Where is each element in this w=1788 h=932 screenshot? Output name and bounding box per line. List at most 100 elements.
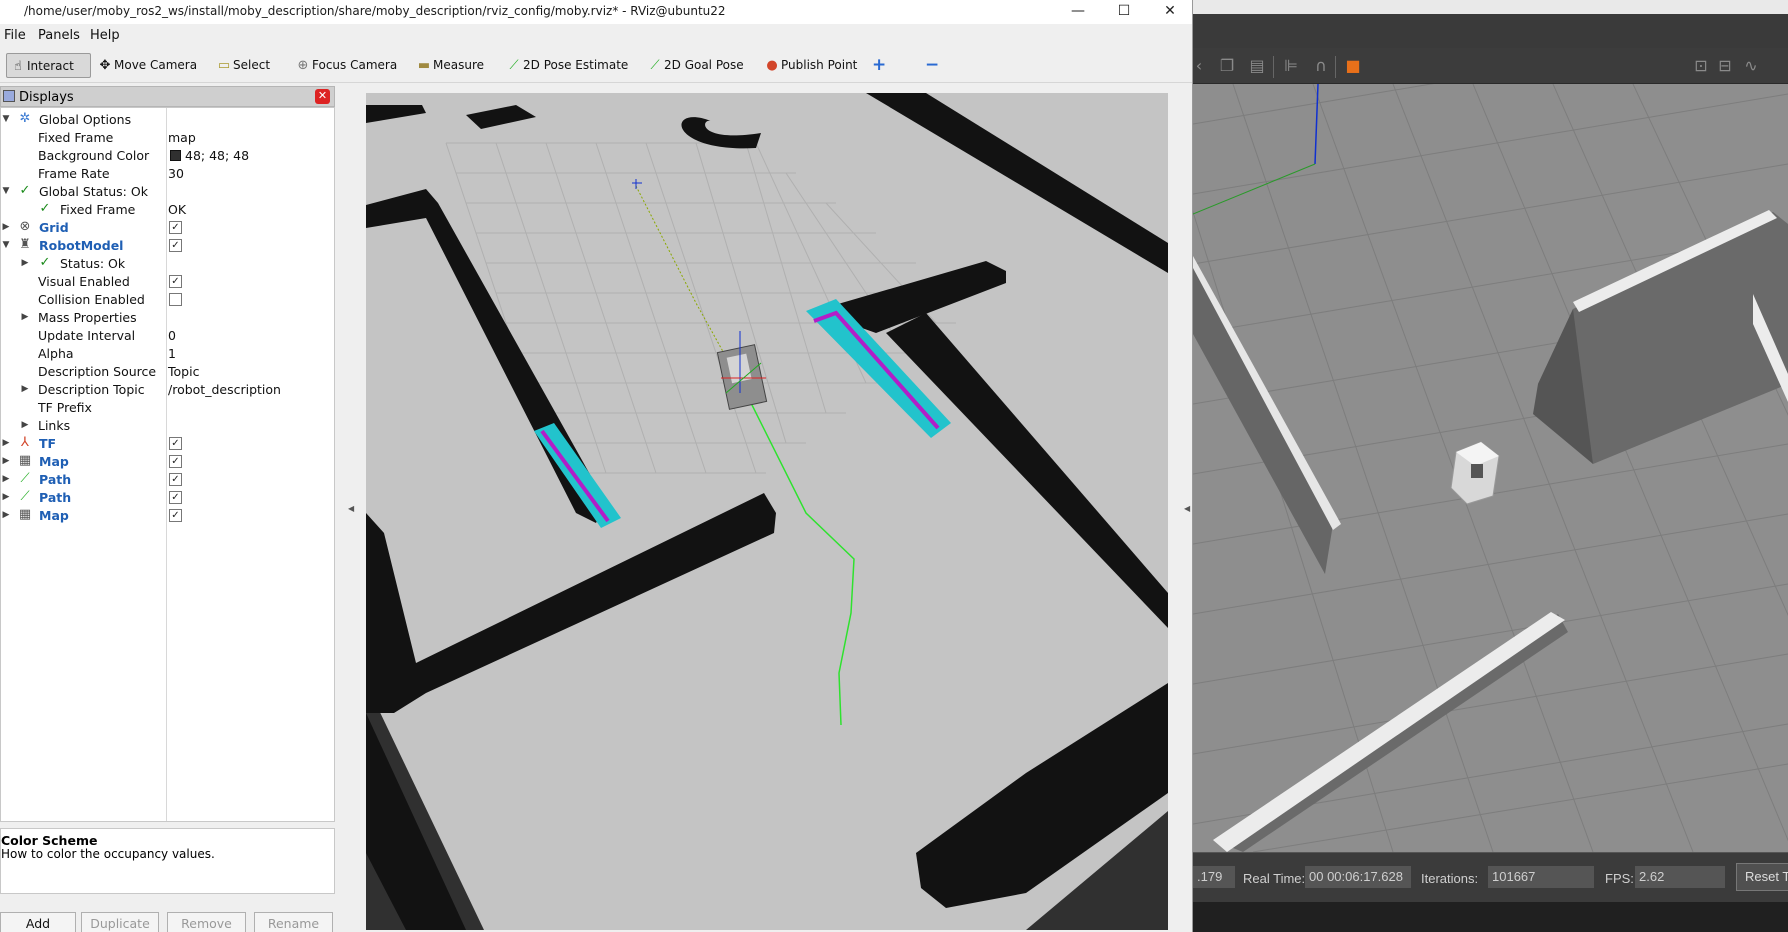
collapsed-arrow-icon[interactable]: ▶ [20,382,30,396]
collapsed-arrow-icon[interactable]: ▶ [1,508,11,522]
tree-row-background-color[interactable]: Background Color 48; 48; 48 [1,146,334,164]
select-tool[interactable]: ▭ Select [213,53,270,78]
pose-estimate-tool[interactable]: ⟋ 2D Pose Estimate [503,53,628,78]
reset-time-button[interactable]: Reset T [1736,863,1788,891]
collapsed-arrow-icon[interactable]: ▶ [1,490,11,504]
paste-icon[interactable]: ▤ [1247,56,1267,76]
duplicate-display-button[interactable]: Duplicate [81,912,159,932]
tree-row-links[interactable]: ▶ Links [1,416,334,434]
tree-row-map[interactable]: ▶ ▦ Map ✓ [1,506,334,524]
alpha-value[interactable]: 1 [168,346,176,361]
collision-enabled-checkbox[interactable] [169,293,182,306]
maximize-button[interactable]: ☐ [1102,0,1146,24]
visual-enabled-checkbox[interactable]: ✓ [169,275,182,288]
magnet-icon[interactable]: ∩ [1311,56,1331,76]
publish-point-tool[interactable]: ● Publish Point [761,53,857,78]
tree-row-description-source[interactable]: Description Source Topic [1,362,334,380]
collapse-right-icon[interactable]: ◀ [1184,504,1190,513]
tree-row-update-interval[interactable]: Update Interval 0 [1,326,334,344]
displays-tree[interactable]: ▼ ✲ Global Options Fixed Frame map Backg… [0,107,335,822]
row-label: TF Prefix [38,400,92,415]
menu-file[interactable]: File [4,28,26,43]
displays-title: Displays [19,90,74,105]
goal-pose-label: 2D Goal Pose [664,58,744,72]
record-icon[interactable]: ⊟ [1715,56,1735,76]
plot-icon[interactable]: ∿ [1741,56,1761,76]
view-angle-icon[interactable]: ■ [1343,56,1363,76]
description-topic-value[interactable]: /robot_description [168,382,281,397]
description-source-value[interactable]: Topic [168,364,199,379]
menu-panels[interactable]: Panels [38,28,80,43]
description-text: How to color the occupancy values. [1,847,215,861]
left-splitter[interactable]: ◀ [336,86,366,932]
focus-camera-tool[interactable]: ⊕ Focus Camera [292,53,398,78]
tree-row-fixed-frame-status[interactable]: ✓ Fixed Frame OK [1,200,334,218]
close-button[interactable]: ✕ [1148,0,1192,24]
tree-row-map[interactable]: ▶ ▦ Map ✓ [1,452,334,470]
map-enabled-checkbox[interactable]: ✓ [169,455,182,468]
add-display-button[interactable]: Add [0,912,76,932]
panel-close-icon[interactable]: ✕ [315,89,330,104]
remove-display-button[interactable]: Remove [167,912,246,932]
collapsed-arrow-icon[interactable]: ▶ [1,436,11,450]
collapsed-arrow-icon[interactable]: ▶ [20,310,30,324]
collapsed-arrow-icon[interactable]: ▶ [1,472,11,486]
tree-row-frame-rate[interactable]: Frame Rate 30 [1,164,334,182]
collapsed-arrow-icon[interactable]: ▶ [20,256,30,270]
remove-tool-button[interactable]: − [925,53,945,78]
tree-row-fixed-frame[interactable]: Fixed Frame map [1,128,334,146]
path-enabled-checkbox[interactable]: ✓ [169,491,182,504]
update-interval-value[interactable]: 0 [168,328,176,343]
move-camera-tool[interactable]: ✥ Move Camera [94,53,198,78]
row-label: Description Topic [38,382,145,397]
collapsed-arrow-icon[interactable]: ▶ [1,454,11,468]
tree-row-visual-enabled[interactable]: Visual Enabled ✓ [1,272,334,290]
tree-row-collision-enabled[interactable]: Collision Enabled [1,290,334,308]
map-enabled-checkbox[interactable]: ✓ [169,509,182,522]
tree-row-path[interactable]: ▶ ⟋ Path ✓ [1,488,334,506]
right-splitter[interactable]: ◀ [1168,86,1192,932]
measure-tool[interactable]: ▬ Measure [413,53,484,78]
tree-row-global-options[interactable]: ▼ ✲ Global Options [1,110,334,128]
collapse-left-icon[interactable]: ◀ [348,504,354,513]
collapsed-arrow-icon[interactable]: ▶ [1,220,11,234]
menu-help[interactable]: Help [90,28,120,43]
expanded-arrow-icon[interactable]: ▼ [1,238,11,252]
expanded-arrow-icon[interactable]: ▼ [1,112,11,126]
expanded-arrow-icon[interactable]: ▼ [1,184,11,198]
rename-display-button[interactable]: Rename [254,912,333,932]
tree-row-global-status[interactable]: ▼ ✓ Global Status: Ok [1,182,334,200]
minimize-button[interactable]: — [1056,0,1100,24]
tf-enabled-checkbox[interactable]: ✓ [169,437,182,450]
tree-row-grid[interactable]: ▶ ⊗ Grid ✓ [1,218,334,236]
frame-rate-value[interactable]: 30 [168,166,184,181]
tree-row-robot-model[interactable]: ▼ ♜ RobotModel ✓ [1,236,334,254]
interact-tool[interactable]: ☝ Interact [6,53,91,78]
row-label: Collision Enabled [38,292,145,307]
tree-row-description-topic[interactable]: ▶ Description Topic /robot_description [1,380,334,398]
add-tool-button[interactable]: + [872,53,892,78]
tree-row-alpha[interactable]: Alpha 1 [1,344,334,362]
grid-enabled-checkbox[interactable]: ✓ [169,221,182,234]
tree-row-path[interactable]: ▶ ⟋ Path ✓ [1,470,334,488]
robot-model-enabled-checkbox[interactable]: ✓ [169,239,182,252]
gazebo-3d-scene[interactable] [1193,84,1788,852]
property-description: Color Scheme How to color the occupancy … [0,828,335,894]
chevron-icon[interactable]: ‹ [1193,56,1209,76]
align-icon[interactable]: ⊫ [1281,56,1301,76]
path-enabled-checkbox[interactable]: ✓ [169,473,182,486]
camera-icon[interactable]: ⊡ [1691,56,1711,76]
gazebo-window-top-edge [1193,0,1788,14]
copy-icon[interactable]: ❐ [1217,56,1237,76]
goal-pose-tool[interactable]: ⟋ 2D Goal Pose [644,53,744,78]
render-viewport[interactable] [366,93,1168,930]
row-label: Update Interval [38,328,136,343]
tree-row-tf-prefix[interactable]: TF Prefix [1,398,334,416]
background-color-value[interactable]: 48; 48; 48 [170,148,249,163]
tree-row-robot-status[interactable]: ▶ ✓ Status: Ok [1,254,334,272]
collapsed-arrow-icon[interactable]: ▶ [20,418,30,432]
tree-row-tf[interactable]: ▶ ⅄ TF ✓ [1,434,334,452]
fixed-frame-value[interactable]: map [168,130,196,145]
row-label: Alpha [38,346,74,361]
tree-row-mass-properties[interactable]: ▶ Mass Properties [1,308,334,326]
